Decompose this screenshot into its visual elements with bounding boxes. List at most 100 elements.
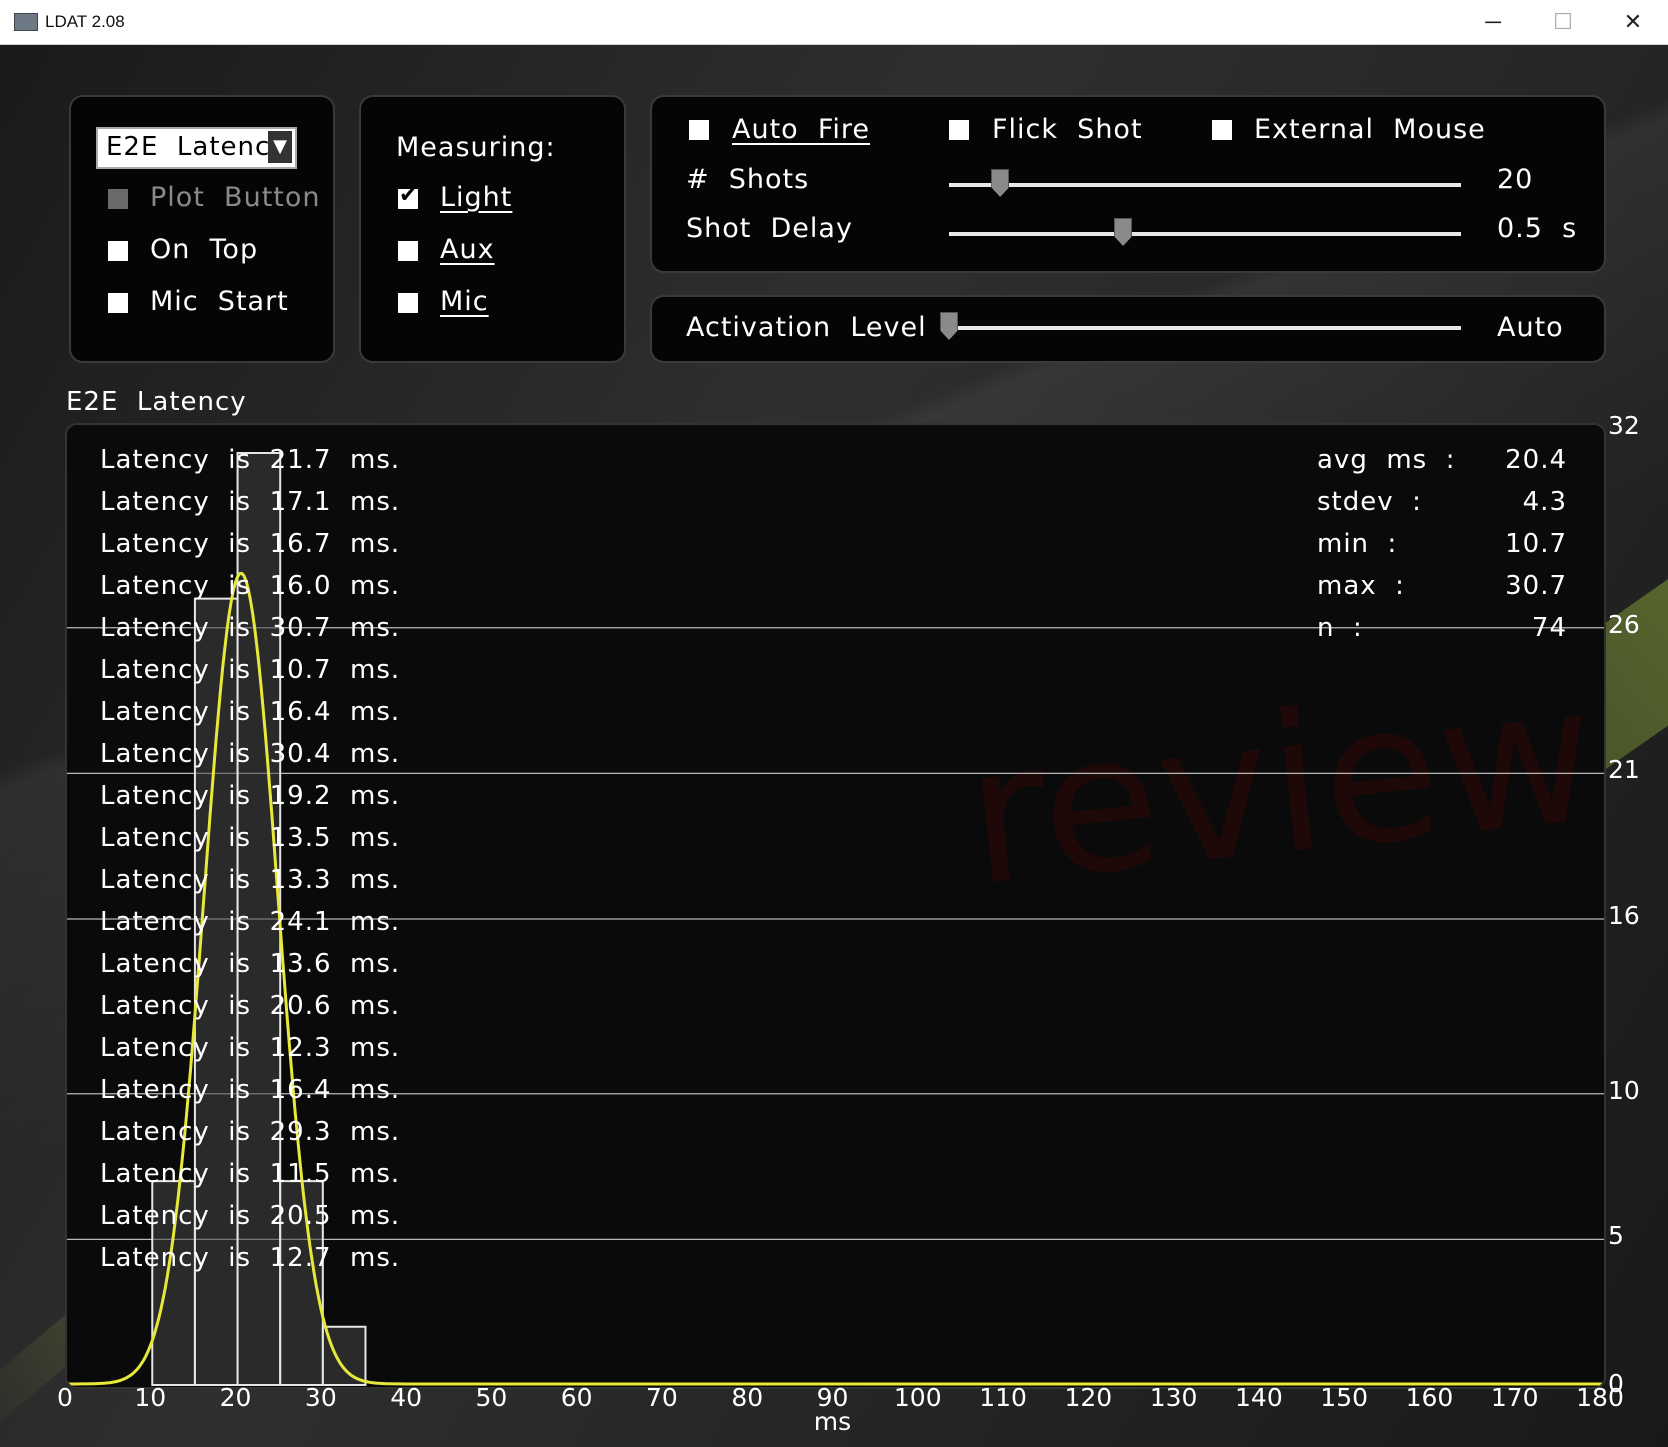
latency-value: 29.3 — [269, 1117, 332, 1147]
latency-unit: ms. — [350, 781, 401, 811]
latency-prefix: Latency is — [100, 445, 252, 475]
latency-list-item: Latency is 29.3 ms. — [100, 1117, 400, 1159]
latency-prefix: Latency is — [100, 739, 252, 769]
stat-value: 74 — [1531, 613, 1567, 643]
measuring-heading: Measuring: — [396, 132, 556, 163]
x-tick-label: 180 — [1576, 1383, 1624, 1412]
shot-delay-slider-thumb[interactable] — [1114, 218, 1133, 246]
latency-unit: ms. — [350, 823, 401, 853]
measuring-panel: Measuring: Light Aux Mic — [359, 95, 626, 363]
on-top-label[interactable]: On Top — [150, 234, 258, 265]
y-tick-label: 16 — [1608, 901, 1640, 930]
on-top-checkbox[interactable] — [108, 241, 128, 261]
light-label[interactable]: Light — [440, 182, 512, 213]
auto-fire-checkbox[interactable] — [689, 120, 709, 140]
latency-unit: ms. — [350, 1201, 401, 1231]
minimize-button[interactable]: ─ — [1458, 0, 1528, 44]
latency-unit: ms. — [350, 1075, 401, 1105]
latency-unit: ms. — [350, 907, 401, 937]
x-tick-label: 50 — [475, 1383, 508, 1412]
latency-prefix: Latency is — [100, 571, 252, 601]
x-axis-label: ms — [813, 1407, 852, 1436]
latency-list-item: Latency is 11.5 ms. — [100, 1159, 400, 1201]
y-tick-label: 21 — [1608, 755, 1640, 785]
latency-unit: ms. — [350, 865, 401, 895]
latency-value: 10.7 — [269, 655, 332, 685]
stat-row: n : 74 — [1317, 613, 1567, 655]
y-tick-label: 10 — [1608, 1075, 1640, 1105]
shots-slider-thumb[interactable] — [991, 169, 1010, 197]
latency-list-item: Latency is 21.7 ms. — [100, 445, 400, 487]
y-tick-label: 5 — [1608, 1221, 1624, 1251]
mic-checkbox[interactable] — [398, 293, 418, 313]
latency-prefix: Latency is — [100, 1075, 252, 1105]
latency-list-item: Latency is 17.1 ms. — [100, 487, 400, 529]
stat-key: max : — [1317, 571, 1405, 601]
x-tick-label: 140 — [1235, 1383, 1283, 1412]
latency-unit: ms. — [350, 1243, 401, 1273]
external-mouse-checkbox[interactable] — [1212, 120, 1232, 140]
x-tick-label: 10 — [134, 1383, 167, 1412]
mic-start-checkbox[interactable] — [108, 293, 128, 313]
shots-value: 20 — [1497, 164, 1534, 195]
shot-delay-slider-track[interactable] — [949, 232, 1461, 236]
x-tick-label: 0 — [57, 1383, 73, 1412]
shot-delay-value: 0.5 s — [1497, 213, 1578, 244]
latency-prefix: Latency is — [100, 907, 252, 937]
auto-fire-label[interactable]: Auto Fire — [732, 114, 870, 145]
latency-list-item: Latency is 16.7 ms. — [100, 529, 400, 571]
latency-list-item: Latency is 10.7 ms. — [100, 655, 400, 697]
mic-label[interactable]: Mic — [440, 286, 489, 317]
x-tick-label: 110 — [979, 1383, 1027, 1412]
latency-value: 13.3 — [269, 865, 332, 895]
latency-unit: ms. — [350, 613, 401, 643]
activation-slider-track[interactable] — [949, 326, 1461, 330]
latency-list-item: Latency is 13.6 ms. — [100, 949, 400, 991]
x-tick-label: 40 — [390, 1383, 423, 1412]
plot-title: E2E Latency — [66, 387, 247, 417]
latency-value: 30.7 — [269, 613, 332, 643]
latency-prefix: Latency is — [100, 1033, 252, 1063]
x-tick-label: 70 — [646, 1383, 678, 1412]
flick-shot-label[interactable]: Flick Shot — [992, 114, 1143, 145]
flick-shot-checkbox[interactable] — [949, 120, 969, 140]
mode-dropdown-value: E2E Latency — [106, 132, 287, 162]
x-tick-label: 60 — [560, 1383, 593, 1412]
latency-list-item: Latency is 13.5 ms. — [100, 823, 400, 865]
mic-start-label[interactable]: Mic Start — [150, 286, 289, 317]
latency-value: 30.4 — [269, 739, 332, 769]
chevron-down-icon[interactable]: ▼ — [268, 131, 292, 163]
latency-prefix: Latency is — [100, 991, 252, 1021]
latency-value: 19.2 — [269, 781, 332, 811]
light-checkbox[interactable] — [398, 183, 418, 209]
stat-row: max : 30.7 — [1317, 571, 1567, 613]
x-tick-label: 170 — [1490, 1383, 1539, 1412]
latency-unit: ms. — [350, 1033, 401, 1063]
fire-panel: Auto Fire Flick Shot External Mouse # Sh… — [650, 95, 1606, 273]
latency-value: 16.4 — [269, 1075, 332, 1105]
plot-button-label: Plot Button — [150, 182, 321, 213]
latency-value: 11.5 — [269, 1159, 332, 1189]
maximize-button[interactable]: ☐ — [1528, 0, 1598, 44]
latency-unit: ms. — [350, 697, 401, 727]
latency-list-item: Latency is 16.0 ms. — [100, 571, 400, 613]
external-mouse-label[interactable]: External Mouse — [1254, 114, 1486, 145]
latency-prefix: Latency is — [100, 823, 252, 853]
y-tick-label: 26 — [1608, 609, 1640, 639]
latency-unit: ms. — [350, 949, 401, 979]
latency-unit: ms. — [350, 487, 401, 517]
aux-label[interactable]: Aux — [440, 234, 495, 265]
close-button[interactable]: ✕ — [1598, 0, 1668, 44]
latency-prefix: Latency is — [100, 529, 252, 559]
shots-slider-track[interactable] — [949, 183, 1461, 187]
stat-key: stdev : — [1317, 487, 1422, 517]
stat-key: n : — [1317, 613, 1363, 643]
aux-checkbox[interactable] — [398, 241, 418, 261]
x-tick-label: 130 — [1149, 1383, 1198, 1412]
latency-prefix: Latency is — [100, 1117, 252, 1147]
mode-dropdown[interactable]: E2E Latency ▼ — [96, 127, 297, 169]
y-tick-label: 32 — [1608, 411, 1640, 440]
latency-prefix: Latency is — [100, 1159, 252, 1189]
activation-slider-thumb[interactable] — [940, 312, 958, 340]
latency-value: 17.1 — [269, 487, 332, 517]
